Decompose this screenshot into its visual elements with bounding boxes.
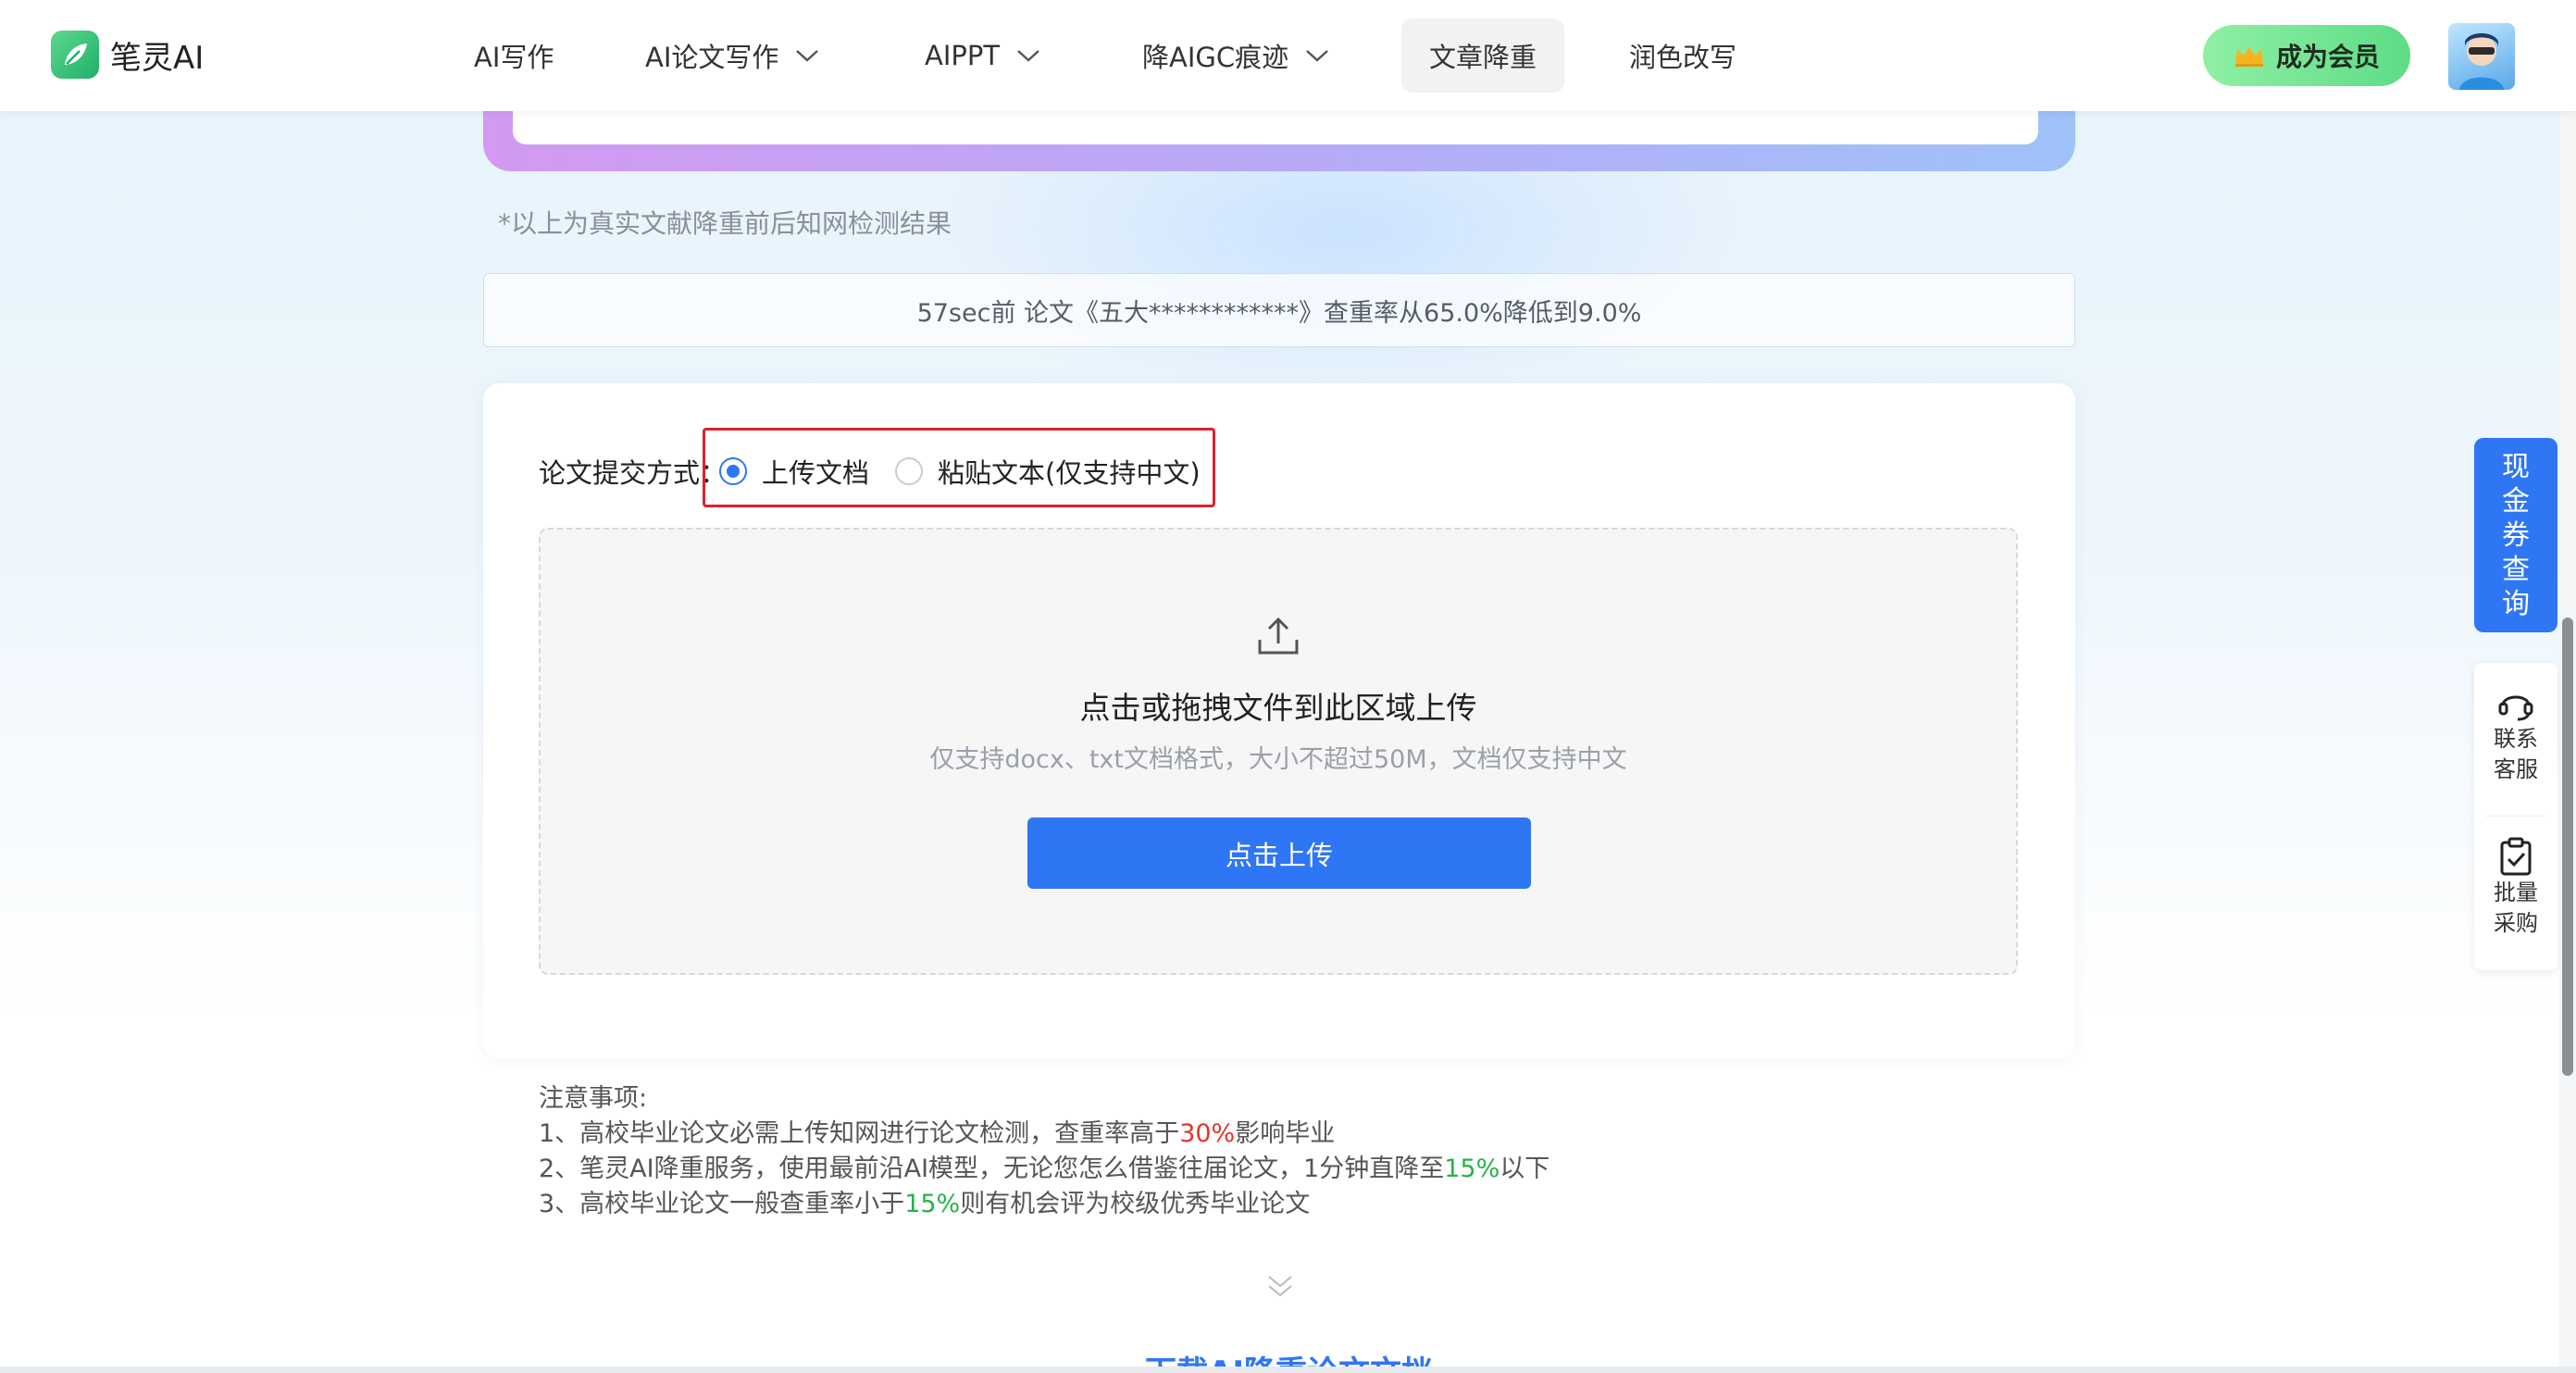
bulk-purchase-button[interactable]: 批量 采购 [2474, 837, 2557, 939]
click-upload-button[interactable]: 点击上传 [1027, 818, 1531, 889]
nav-polish-rewrite[interactable]: 润色改写 [1629, 19, 1736, 93]
nav-ai-writing[interactable]: AI写作 [474, 19, 554, 93]
radio-checked-icon [719, 457, 747, 485]
note-text: 则有机会评为校级优秀毕业论文 [960, 1190, 1311, 1218]
scroll-down-chevron-icon[interactable] [1263, 1273, 1297, 1304]
logo-text: 笔灵AI [110, 39, 205, 77]
side-label: 批量 [2494, 880, 2538, 905]
logo[interactable]: 笔灵AI [51, 31, 204, 79]
clipboard-check-icon [2500, 837, 2532, 876]
radio-upload-document[interactable]: 上传文档 [719, 452, 869, 491]
side-divider [2485, 816, 2546, 817]
nav-article-dedup[interactable]: 文章降重 [1401, 19, 1565, 93]
voucher-char: 现 [2502, 450, 2530, 483]
side-panel: 联系 客服 批量 采购 [2474, 663, 2557, 970]
upload-button-label: 点击上传 [1225, 839, 1333, 871]
top-header: 笔灵AI AI写作 AI论文写作 AIPPT 降AIGC痕迹 文章降重 润色改写… [0, 0, 2576, 111]
voucher-char: 询 [2502, 587, 2530, 620]
notes-section: 注意事项: 1、高校毕业论文必需上传知网进行论文检测，查重率高于30%影响毕业 … [539, 1081, 1549, 1222]
nav-ai-paper-writing[interactable]: AI论文写作 [645, 19, 819, 93]
voucher-query-button[interactable]: 现 金 券 查 询 [2474, 438, 2557, 632]
note-highlight: 15% [1444, 1155, 1500, 1183]
leaf-logo-icon [51, 31, 99, 79]
nav-label: 润色改写 [1629, 42, 1737, 73]
submit-method-label: 论文提交方式： [539, 457, 728, 489]
radio-paste-text[interactable]: 粘贴文本(仅支持中文) [895, 452, 1201, 491]
nav-label: 文章降重 [1429, 42, 1537, 73]
dedup-ticker: 57sec前 论文《五大************》查重率从65.0%降低到9.0… [483, 273, 2075, 347]
voucher-char: 券 [2502, 518, 2530, 552]
ticker-text: 57sec前 论文《五大************》查重率从65.0%降低到9.0… [916, 298, 1642, 328]
nav-label: AI写作 [474, 42, 554, 73]
become-member-button[interactable]: 成为会员 [2203, 25, 2410, 86]
note-line-3: 3、高校毕业论文一般查重率小于15%则有机会评为校级优秀毕业论文 [539, 1187, 1549, 1222]
crown-icon [2234, 46, 2263, 67]
note-highlight: 30% [1179, 1119, 1236, 1148]
contact-service-button[interactable]: 联系 客服 [2474, 683, 2557, 785]
radio-unchecked-icon [895, 457, 923, 485]
scrollbar-thumb[interactable] [2562, 618, 2573, 1076]
side-label: 客服 [2494, 756, 2538, 782]
headset-icon [2498, 695, 2533, 721]
voucher-char: 金 [2502, 484, 2530, 518]
member-label: 成为会员 [2275, 42, 2380, 72]
user-avatar[interactable] [2448, 23, 2515, 90]
note-text: 影响毕业 [1235, 1119, 1336, 1148]
note-text: 3、高校毕业论文一般查重率小于 [539, 1190, 905, 1218]
radio-label: 粘贴文本(仅支持中文) [938, 457, 1201, 489]
bottom-bar [0, 1367, 2576, 1373]
radio-label: 上传文档 [762, 457, 870, 489]
nav-label: AI论文写作 [645, 42, 779, 73]
result-note: *以上为真实文献降重前后知网检测结果 [498, 208, 952, 239]
side-label: 联系 [2494, 726, 2538, 752]
upload-icon [1256, 616, 1300, 660]
side-label: 采购 [2494, 910, 2538, 936]
notes-title: 注意事项: [539, 1084, 648, 1113]
voucher-char: 查 [2502, 553, 2530, 586]
upload-title: 点击或拖拽文件到此区域上传 [1079, 690, 1477, 726]
note-line-2: 2、笔灵AI降重服务，使用最前沿AI模型，无论您怎么借鉴往届论文，1分钟直降至1… [539, 1152, 1549, 1187]
nav-label: 降AIGC痕迹 [1142, 42, 1289, 73]
chevron-down-icon [796, 50, 819, 62]
nav-reduce-aigc[interactable]: 降AIGC痕迹 [1142, 19, 1329, 93]
note-text: 1、高校毕业论文必需上传知网进行论文检测，查重率高于 [539, 1119, 1180, 1148]
note-text: 2、笔灵AI降重服务，使用最前沿AI模型，无论您怎么借鉴往届论文，1分钟直降至 [539, 1155, 1445, 1183]
note-line-1: 1、高校毕业论文必需上传知网进行论文检测，查重率高于30%影响毕业 [539, 1117, 1549, 1152]
avatar-illustration-icon [2459, 33, 2504, 90]
note-text: 以下 [1500, 1155, 1550, 1183]
upload-hint: 仅支持docx、txt文档格式，大小不超过50M，文档仅支持中文 [929, 745, 1627, 774]
note-highlight: 15% [904, 1190, 961, 1218]
chevron-down-icon [1306, 50, 1328, 62]
chevron-down-icon [1017, 50, 1039, 62]
nav-label: AIPPT [925, 40, 1001, 71]
nav-aippt[interactable]: AIPPT [925, 19, 1040, 93]
